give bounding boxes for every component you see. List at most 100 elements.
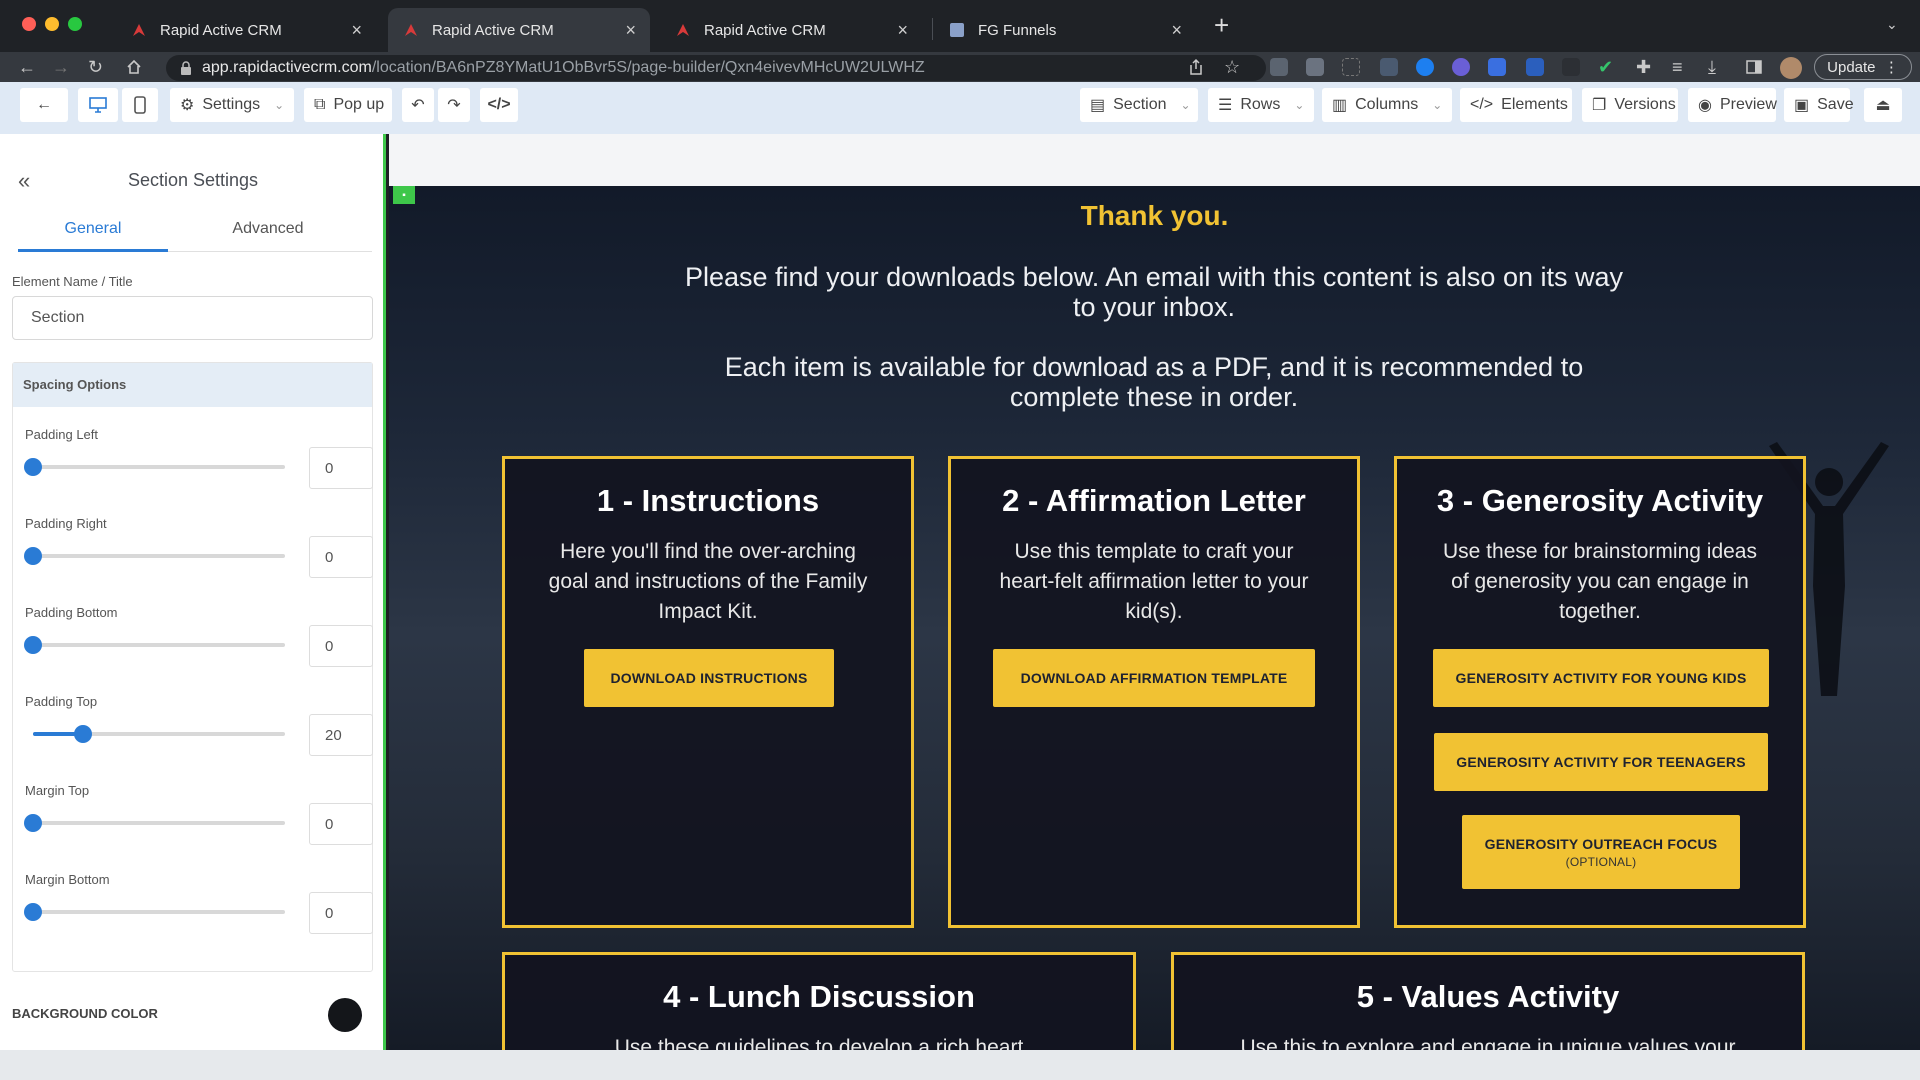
profile-avatar[interactable] — [1780, 57, 1802, 79]
padding-right-input[interactable] — [309, 536, 373, 578]
close-window-button[interactable] — [22, 17, 36, 31]
card-affirmation-letter: 2 - Affirmation Letter Use this template… — [948, 456, 1360, 928]
close-tab-icon[interactable]: × — [351, 21, 362, 39]
tab-general[interactable]: General — [18, 220, 168, 252]
section-dropdown[interactable]: ▤ Section ⌄ — [1080, 88, 1198, 122]
code-view-button[interactable]: </> — [480, 88, 518, 122]
padding-left-input[interactable] — [309, 447, 373, 489]
share-icon[interactable] — [1188, 58, 1204, 76]
browser-tab-4[interactable]: FG Funnels × — [934, 8, 1196, 52]
margin-bottom-row: Margin Bottom — [24, 872, 373, 934]
forward-arrow-icon[interactable]: → — [52, 58, 70, 76]
slider-handle[interactable] — [24, 903, 42, 921]
mobile-icon — [134, 96, 146, 114]
redo-button[interactable]: ↷ — [438, 88, 470, 122]
puzzle-extensions-icon[interactable]: ✚ — [1636, 58, 1651, 76]
preview-button[interactable]: ◉ Preview — [1688, 88, 1777, 122]
slider-handle[interactable] — [24, 636, 42, 654]
padding-bottom-input[interactable] — [309, 625, 373, 667]
slider-label: Padding Top — [25, 694, 98, 709]
columns-dropdown[interactable]: ▥ Columns ⌄ — [1322, 88, 1452, 122]
download-affirmation-template-button[interactable]: DOWNLOAD AFFIRMATION TEMPLATE — [993, 649, 1315, 707]
popup-label: Pop up — [333, 96, 385, 113]
url-domain: app.rapidactivecrm.com — [202, 59, 372, 76]
publish-button[interactable]: ⏏ — [1864, 88, 1902, 122]
settings-dropdown[interactable]: ⚙ Settings ⌄ — [170, 88, 294, 122]
section-save-marker-icon[interactable]: ▪ — [393, 186, 415, 204]
side-panel-icon[interactable] — [1746, 59, 1762, 75]
element-name-label: Element Name / Title — [12, 274, 133, 289]
padding-bottom-slider[interactable] — [24, 636, 285, 654]
background-color-swatch[interactable] — [328, 998, 362, 1032]
back-button[interactable]: ← — [20, 88, 68, 122]
url-field[interactable]: app.rapidactivecrm.com/location/BA6nPZ8Y… — [166, 55, 1266, 81]
bookmark-star-icon[interactable]: ☆ — [1224, 58, 1240, 76]
gear-extension-icon[interactable] — [1452, 58, 1470, 76]
padding-right-slider[interactable] — [24, 547, 285, 565]
rows-dropdown[interactable]: ☰ Rows ⌄ — [1208, 88, 1314, 122]
desktop-icon — [89, 97, 107, 113]
reading-list-icon[interactable]: ≡ — [1672, 58, 1683, 76]
versions-button[interactable]: ❐ Versions — [1582, 88, 1678, 122]
padding-top-slider[interactable] — [33, 725, 285, 743]
close-tab-icon[interactable]: × — [897, 21, 908, 39]
button-label: DOWNLOAD AFFIRMATION TEMPLATE — [1020, 670, 1288, 686]
padding-top-row: Padding Top — [25, 694, 373, 756]
card-body: Use this to explore and engage in unique… — [1240, 1036, 1736, 1050]
close-tab-icon[interactable]: × — [625, 21, 636, 39]
margin-top-input[interactable] — [309, 803, 373, 845]
blue-circle-extension-icon[interactable] — [1416, 58, 1434, 76]
update-button[interactable]: Update ⋮ — [1814, 54, 1912, 80]
elements-button[interactable]: </> Elements — [1460, 88, 1572, 122]
close-tab-icon[interactable]: × — [1171, 21, 1182, 39]
tab-advanced[interactable]: Advanced — [193, 220, 343, 238]
margin-top-slider[interactable] — [24, 814, 285, 832]
browser-tab-3[interactable]: Rapid Active CRM × — [660, 8, 922, 52]
page-section[interactable]: Thank you. Please find your downloads be… — [389, 186, 1920, 1050]
browser-tab-2[interactable]: Rapid Active CRM × — [388, 8, 650, 52]
generosity-young-kids-button[interactable]: GENEROSITY ACTIVITY FOR YOUNG KIDS — [1433, 649, 1769, 707]
download-icon[interactable]: ⤓ — [1708, 58, 1716, 76]
generosity-teenagers-button[interactable]: GENEROSITY ACTIVITY FOR TEENAGERS — [1434, 733, 1768, 791]
intro-paragraph: Please find your downloads below. An ema… — [684, 262, 1623, 322]
save-button[interactable]: ▣ Save — [1784, 88, 1854, 122]
dark-extension-icon[interactable] — [1562, 58, 1580, 76]
slider-handle[interactable] — [74, 725, 92, 743]
padding-top-input[interactable] — [309, 714, 373, 756]
margin-bottom-slider[interactable] — [24, 903, 285, 921]
popup-button[interactable]: ⧉ Pop up — [304, 88, 392, 122]
padding-left-slider[interactable] — [24, 458, 285, 476]
card-title: 3 - Generosity Activity — [1436, 483, 1764, 518]
code-icon: </> — [1470, 96, 1494, 113]
margin-bottom-input[interactable] — [309, 892, 373, 934]
mobile-view-button[interactable] — [122, 88, 158, 122]
pen-extension-icon[interactable] — [1270, 58, 1288, 76]
floppy-disk-icon: ▣ — [1794, 97, 1810, 114]
card-body: Use these guidelines to develop a rich h… — [614, 1036, 1024, 1050]
zoom-window-button[interactable] — [68, 17, 82, 31]
reload-icon[interactable]: ↻ — [88, 58, 103, 76]
c-extension-icon[interactable] — [1526, 58, 1544, 76]
slider-handle[interactable] — [24, 547, 42, 565]
generosity-outreach-focus-button[interactable]: GENEROSITY OUTREACH FOCUS (OPTIONAL) — [1462, 815, 1740, 889]
screenshot-extension-icon[interactable] — [1342, 58, 1360, 76]
check-extension-icon[interactable]: ✔ — [1598, 58, 1613, 76]
card-title: 2 - Affirmation Letter — [1002, 483, 1306, 518]
back-arrow-icon[interactable]: ← — [18, 58, 36, 76]
tab-search-chevron-icon[interactable]: ⌄ — [1886, 16, 1898, 33]
grid-extension-icon[interactable] — [1380, 58, 1398, 76]
home-icon[interactable] — [126, 59, 142, 75]
new-tab-icon[interactable]: + — [1214, 10, 1229, 41]
desktop-view-button[interactable] — [78, 88, 118, 122]
browser-tab-1[interactable]: Rapid Active CRM × — [116, 8, 376, 52]
padding-bottom-row: Padding Bottom — [24, 605, 373, 667]
slider-handle[interactable] — [24, 814, 42, 832]
slider-handle[interactable] — [24, 458, 42, 476]
minimize-window-button[interactable] — [45, 17, 59, 31]
element-name-input[interactable] — [12, 296, 373, 340]
download-instructions-button[interactable]: DOWNLOAD INSTRUCTIONS — [584, 649, 834, 707]
tag-extension-icon[interactable] — [1488, 58, 1506, 76]
undo-button[interactable]: ↶ — [402, 88, 434, 122]
card-title: 5 - Values Activity — [1356, 979, 1620, 1014]
camera-extension-icon[interactable] — [1306, 58, 1324, 76]
